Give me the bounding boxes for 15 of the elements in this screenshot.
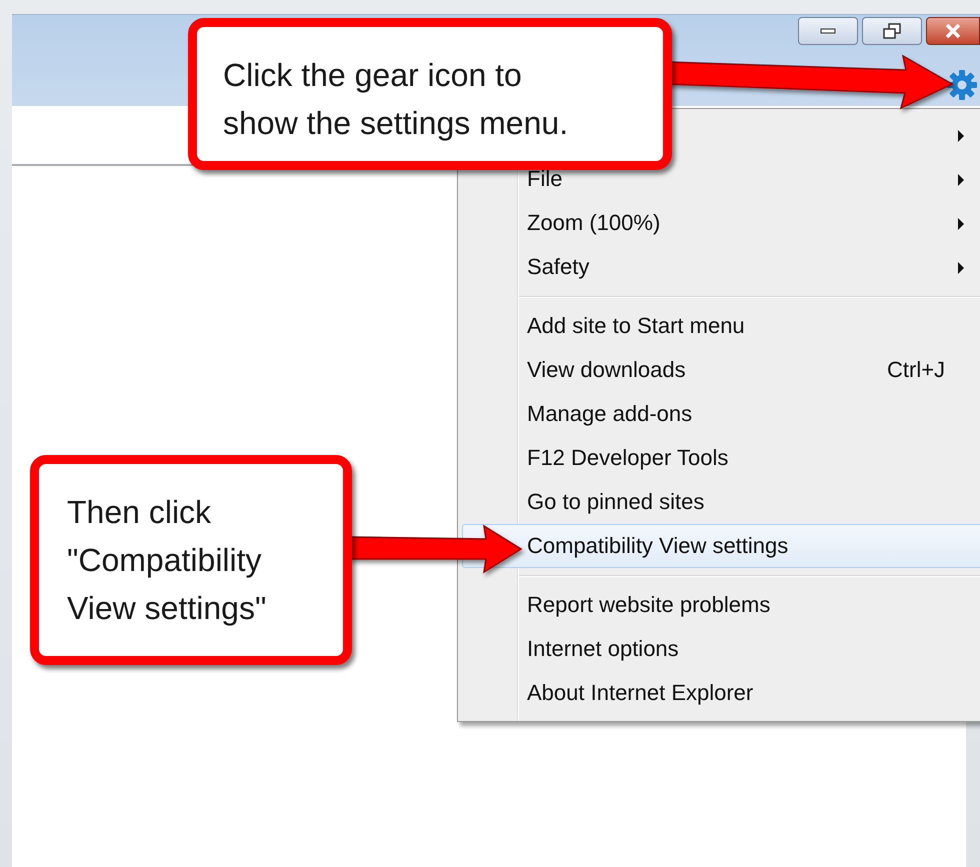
menu-item-label: Compatibility View settings [527,533,788,559]
callout-text: Then click "Compatibility View settings" [67,493,266,628]
menu-item-label: Manage add-ons [527,401,692,427]
menu-item-label: Safety [527,254,590,280]
menu-item-label: Go to pinned sites [527,489,704,515]
menu-item-label: Add site to Start menu [527,313,745,339]
menu-item-label: Report website problems [527,592,770,618]
menu-item-label: File [527,166,562,192]
menu-item-label: Internet options [527,636,679,662]
callout-text: Click the gear icon to show the settings menu. [223,56,568,143]
menu-item-label: View downloads [527,357,686,383]
menu-item-label: Zoom (100%) [527,210,660,236]
shortcut-label: Ctrl+J [887,357,946,383]
menu-item-label: F12 Developer Tools [527,445,728,471]
menu-item-label: About Internet Explorer [527,680,754,706]
